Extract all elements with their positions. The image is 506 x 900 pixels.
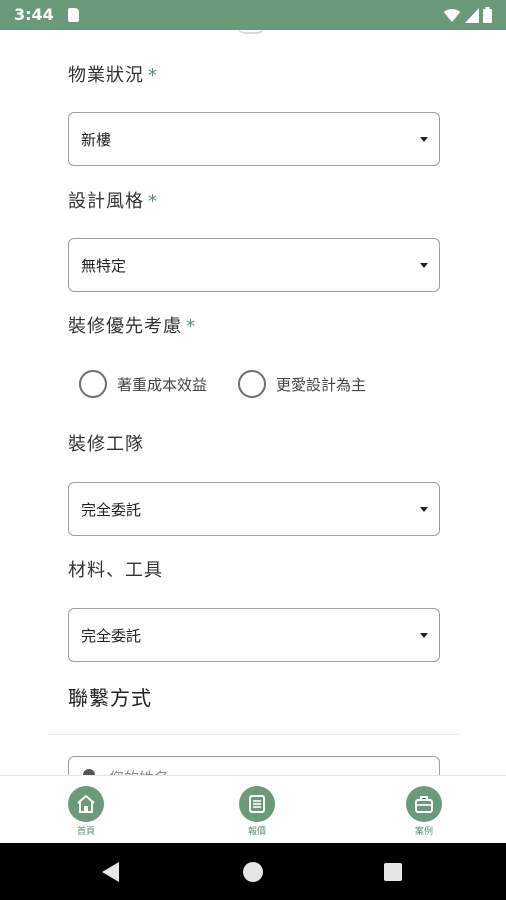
radio-cost-effective[interactable]: 著重成本效益 <box>79 370 207 398</box>
sim-card-icon <box>68 8 79 22</box>
required-mark: * <box>186 316 196 337</box>
materials-tools-value: 完全委託 <box>81 627 142 645</box>
renovation-team-label: 裝修工隊 <box>68 430 144 456</box>
design-style-label-text: 設計風格 <box>68 191 144 212</box>
nav-item-home[interactable]: 首頁 <box>56 786 116 837</box>
materials-tools-label: 材料、工具 <box>68 556 163 582</box>
back-icon[interactable] <box>102 862 119 882</box>
form-scroll-area[interactable]: 物業狀況 * 新樓 設計風格 * 無特定 裝修優先考慮 * 著重成本效益 更愛設計為主… <box>0 30 506 775</box>
design-style-label: 設計風格 * <box>68 187 158 213</box>
name-input-placeholder: 您的姓名 <box>109 767 169 775</box>
nav-item-quote[interactable]: 報價 <box>227 786 287 837</box>
nav-label-quote: 報價 <box>247 827 266 837</box>
scroll-cutoff-element <box>236 30 266 34</box>
home-circle-icon[interactable] <box>243 862 263 882</box>
design-style-select[interactable]: 無特定 <box>68 238 440 292</box>
contact-section-title: 聯繫方式 <box>68 686 152 710</box>
nav-item-cases[interactable]: 案例 <box>394 786 454 837</box>
divider <box>48 734 460 735</box>
property-status-label-text: 物業狀況 <box>68 65 144 86</box>
status-time: 3:44 <box>14 5 54 24</box>
caret-down-icon <box>420 633 428 638</box>
renovation-team-select[interactable]: 完全委託 <box>68 482 440 536</box>
status-bar: 3:44 <box>0 0 506 30</box>
wifi-icon <box>443 8 461 22</box>
caret-down-icon <box>420 137 428 142</box>
renovation-team-label-text: 裝修工隊 <box>68 434 144 455</box>
required-mark: * <box>148 191 158 212</box>
property-status-label: 物業狀況 * <box>68 61 158 87</box>
status-icons <box>443 7 492 23</box>
materials-tools-select[interactable]: 完全委託 <box>68 608 440 662</box>
briefcase-icon[interactable] <box>406 786 442 822</box>
list-icon[interactable] <box>239 786 275 822</box>
bottom-navigation: 首頁 報價 案例 <box>0 775 506 843</box>
renovation-priority-label: 裝修優先考慮 * <box>68 312 196 338</box>
caret-down-icon <box>420 507 428 512</box>
home-icon[interactable] <box>68 786 104 822</box>
materials-tools-label-text: 材料、工具 <box>68 560 163 581</box>
property-status-select[interactable]: 新樓 <box>68 112 440 166</box>
nav-label-cases: 案例 <box>414 827 433 837</box>
design-style-value: 無特定 <box>81 257 127 275</box>
name-input[interactable]: 您的姓名 <box>68 756 440 775</box>
battery-icon <box>483 7 492 23</box>
radio-design-focused[interactable]: 更愛設計為主 <box>238 370 366 398</box>
nav-label-home: 首頁 <box>76 827 95 837</box>
system-navigation-bar <box>0 843 506 900</box>
radio-option-label: 更愛設計為主 <box>276 375 367 394</box>
radio-option-label: 著重成本效益 <box>117 375 208 394</box>
radio-unchecked-icon[interactable] <box>238 370 266 398</box>
caret-down-icon <box>420 263 428 268</box>
signal-icon <box>465 7 479 23</box>
radio-unchecked-icon[interactable] <box>79 370 107 398</box>
renovation-team-value: 完全委託 <box>81 501 142 519</box>
renovation-priority-label-text: 裝修優先考慮 <box>68 316 182 337</box>
property-status-value: 新樓 <box>81 131 112 149</box>
required-mark: * <box>148 65 158 86</box>
recent-apps-icon[interactable] <box>384 863 402 881</box>
